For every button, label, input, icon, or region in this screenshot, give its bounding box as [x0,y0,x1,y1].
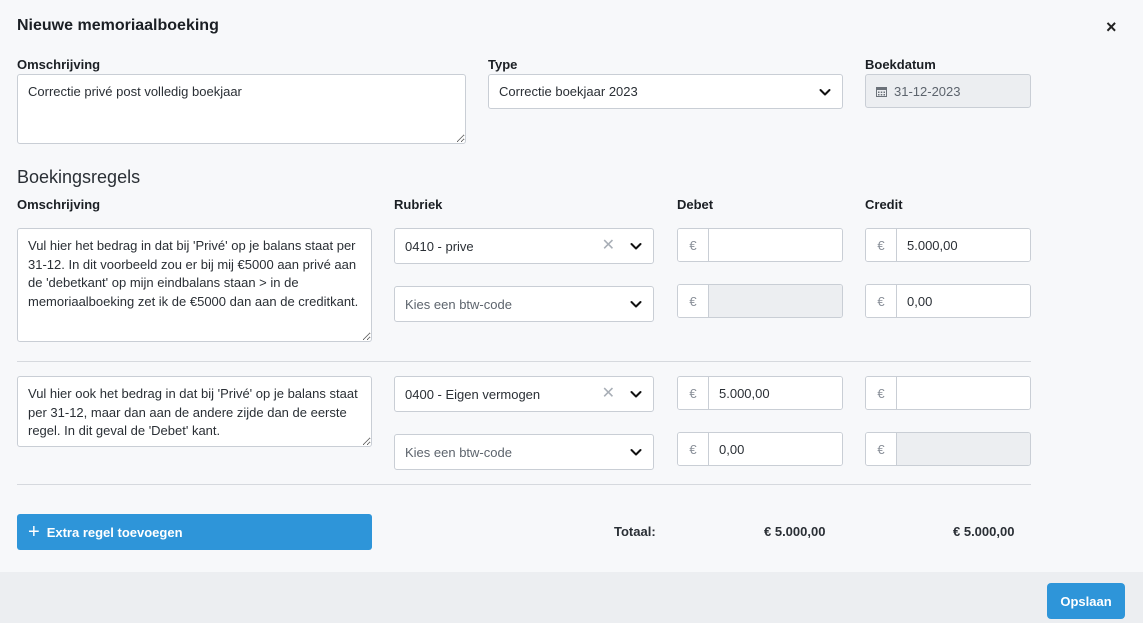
type-select-value: Correctie boekjaar 2023 [499,84,638,99]
row1-rubriek-value: 0410 - prive [405,238,474,254]
row1-debet-field[interactable]: € [677,228,843,262]
row2-credit-field[interactable]: € [865,376,1031,410]
totals-debet: € 5.000,00 [764,524,826,539]
row1-btw-credit-value: 0,00 [897,285,1030,317]
boekdatum-value: 31-12-2023 [894,83,961,99]
boekdatum-label: Boekdatum [865,57,936,72]
row2-description[interactable]: Vul hier ook het bedrag in dat bij 'Priv… [17,376,372,447]
omschrijving-field[interactable]: Correctie privé post volledig boekjaar [17,74,466,144]
euro-icon: € [678,377,709,409]
row2-btw-debet-value: 0,00 [709,433,842,465]
euro-icon: € [678,285,709,317]
plus-icon: + [28,521,40,543]
row2-btw-credit-field: € [865,432,1031,466]
row-divider [17,484,1031,485]
row2-btw-select[interactable]: Kies een btw-code [394,434,654,470]
row2-btw-placeholder: Kies een btw-code [405,444,512,460]
row-divider [17,361,1031,362]
euro-icon: € [866,433,897,465]
close-icon[interactable]: × [1106,17,1117,37]
row2-credit-value [897,377,1030,409]
row2-btw-credit-value [897,433,1030,465]
add-row-button[interactable]: + Extra regel toevoegen [17,514,372,550]
section-title: Boekingsregels [17,167,141,187]
omschrijving-label: Omschrijving [17,57,101,72]
row2-rubriek-value: 0400 - Eigen vermogen [405,386,541,402]
boekdatum-field[interactable]: 31-12-2023 [865,74,1031,108]
row2-debet-value: 5.000,00 [709,377,842,409]
col-rubriek: Rubriek [394,197,443,212]
row1-credit-field[interactable]: € 5.000,00 [865,228,1031,262]
col-omschrijving: Omschrijving [17,197,101,212]
clear-icon[interactable]: ✕ [602,386,615,402]
row1-btw-debet-value [709,285,842,317]
euro-icon: € [866,377,897,409]
row2-debet-field[interactable]: € 5.000,00 [677,376,843,410]
type-select[interactable]: Correctie boekjaar 2023 [488,74,843,109]
row1-btw-credit-field[interactable]: € 0,00 [865,284,1031,318]
row2-rubriek-select[interactable]: 0400 - Eigen vermogen ✕ [394,376,654,412]
row1-debet-value [709,229,842,261]
row1-btw-placeholder: Kies een btw-code [405,296,512,312]
row1-btw-debet-field: € [677,284,843,318]
col-debet: Debet [677,197,714,212]
save-button[interactable]: Opslaan [1047,583,1125,619]
euro-icon: € [866,285,897,317]
totals-label: Totaal: [614,524,656,539]
totals-credit: € 5.000,00 [953,524,1015,539]
calendar-icon [876,86,887,97]
chevron-down-icon [630,391,642,398]
euro-icon: € [678,433,709,465]
type-label: Type [488,57,518,72]
clear-icon[interactable]: ✕ [602,238,615,254]
row2-btw-debet-field[interactable]: € 0,00 [677,432,843,466]
row1-btw-select[interactable]: Kies een btw-code [394,286,654,322]
dialog-footer [0,572,1143,623]
row1-credit-value: 5.000,00 [897,229,1030,261]
row1-description[interactable]: Vul hier het bedrag in dat bij 'Privé' o… [17,228,372,342]
dialog-title: Nieuwe memoriaalboeking [17,17,219,34]
euro-icon: € [678,229,709,261]
chevron-down-icon [630,449,642,456]
row1-rubriek-select[interactable]: 0410 - prive ✕ [394,228,654,264]
chevron-down-icon [819,88,831,95]
chevron-down-icon [630,243,642,250]
add-row-label: Extra regel toevoegen [46,524,183,540]
col-credit: Credit [865,197,903,212]
euro-icon: € [866,229,897,261]
chevron-down-icon [630,301,642,308]
